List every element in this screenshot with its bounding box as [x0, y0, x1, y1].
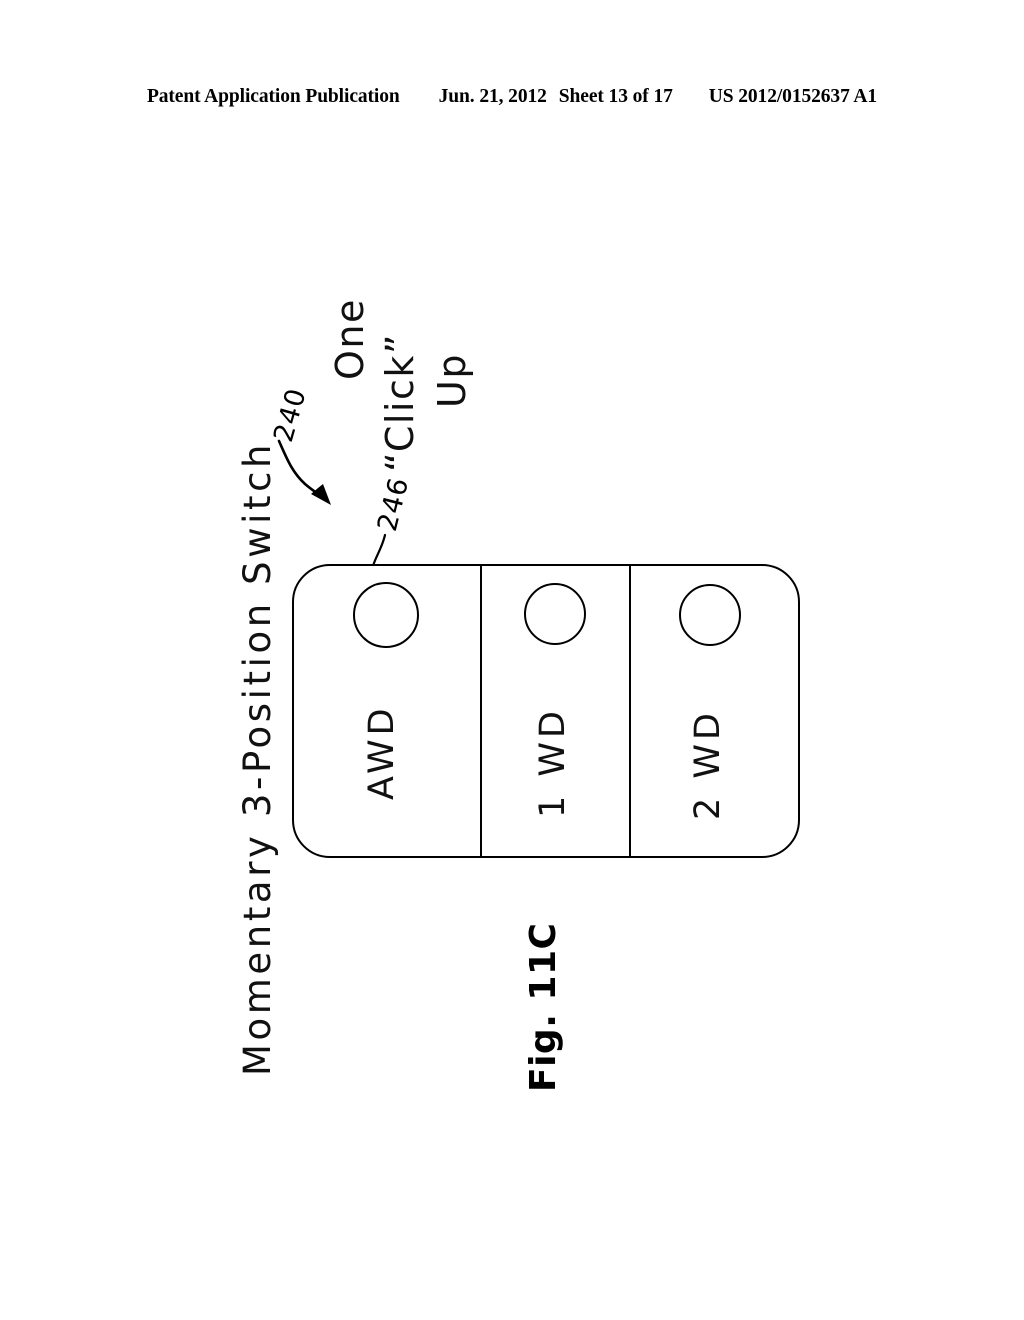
one-click-up-annotation: One “Click” Up: [300, 290, 500, 500]
switch-position-label-1wd: 1 WD: [533, 707, 573, 818]
annotation-line-one: One: [328, 298, 372, 380]
one-wd-position-indicator[interactable]: [524, 583, 586, 645]
switch-position-label-2wd: 2 WD: [688, 709, 728, 820]
switch-divider-1: [480, 564, 482, 858]
two-wd-position-indicator[interactable]: [679, 584, 741, 646]
switch-divider-2: [629, 564, 631, 858]
switch-position-label-awd: AWD: [362, 704, 402, 800]
annotation-line-up: Up: [430, 353, 474, 408]
figure-caption: Fig. 11C: [523, 922, 564, 1092]
awd-position-indicator[interactable]: [353, 582, 419, 648]
drawing-sheet: Momentary 3-Position Switch One “Click” …: [0, 0, 1024, 1320]
figure-title: Momentary 3-Position Switch: [236, 440, 279, 1076]
annotation-line-click: “Click”: [378, 332, 422, 472]
